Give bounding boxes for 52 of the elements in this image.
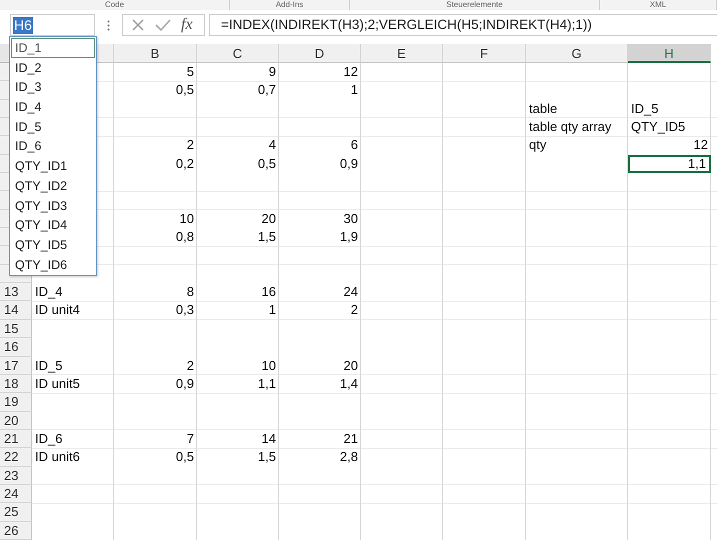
table-cell-text: 2,8	[338, 448, 359, 466]
table-cell-text: 0,5	[174, 448, 195, 466]
table-cell-text: 20	[342, 356, 359, 374]
table-cell-text: 30	[342, 210, 359, 228]
table-cell-text: 10	[260, 356, 277, 374]
table-cell-text: 7	[186, 430, 195, 448]
ribbon-group-label: XML	[600, 0, 717, 10]
table-cell-text: 4	[268, 136, 277, 154]
table-cell-text: 0,9	[174, 374, 195, 393]
table-cell-text: 12	[692, 136, 709, 154]
table-cell-text: 1	[350, 81, 359, 100]
table-cell-text: 0,2	[174, 154, 195, 173]
table-cell-text: 1,5	[256, 228, 277, 246]
table-cell-text: table qty array	[528, 118, 612, 136]
table-cell-text: 14	[260, 430, 277, 448]
table-cell-text: QTY_ID5	[630, 118, 686, 136]
table-cell-text: qty	[528, 136, 548, 154]
table-cell-text: ID_4	[34, 283, 64, 302]
table-cell-text: 10	[178, 210, 195, 228]
table-cell-text: 0,3	[174, 301, 195, 320]
table-cell-text: 9	[268, 63, 277, 81]
table-cell-text: 20	[260, 210, 277, 228]
table-cell-text: 16	[260, 283, 277, 302]
table-cell-text: 0,9	[338, 154, 359, 173]
table-cell-text: 1	[268, 301, 277, 320]
table-cell-text: 21	[342, 430, 359, 448]
table-cell-text: 12	[342, 63, 359, 81]
table-cell-text: 0,7	[256, 81, 277, 100]
table-cell-text: ID_5	[34, 356, 64, 375]
table-cell-text: 2	[186, 136, 195, 154]
table-cell-text: 1,1	[256, 374, 277, 393]
table-cell-text: 0,5	[256, 154, 277, 173]
table-cell-text: 8	[186, 283, 195, 302]
table-cell-text: ID unit5	[34, 374, 81, 393]
ribbon-group-label: Code	[0, 0, 230, 10]
table-cell-text: ID unit6	[34, 448, 81, 466]
table-cell-text: 1,4	[338, 374, 359, 393]
table-cell-text: ID_6	[34, 430, 64, 448]
table-cell-text: 6	[350, 136, 359, 154]
table-cell-text: 24	[342, 283, 359, 302]
table-cell-text: 1,5	[256, 448, 277, 466]
table-cell-text: 1,9	[338, 228, 359, 246]
table-cell-text: ID_5	[630, 100, 660, 118]
table-cell-text: 0,5	[174, 81, 195, 100]
table-cell-text: 2	[350, 301, 359, 320]
ribbon-group-label: Add-Ins	[230, 0, 350, 10]
table-cell-text: table	[528, 100, 558, 118]
table-cell-text: 5	[186, 63, 195, 81]
table-cell-text: 0,8	[174, 228, 195, 246]
table-cell-text: 2	[186, 356, 195, 374]
table-cell-text: ID unit4	[34, 301, 81, 320]
ribbon-group-label: Steuerelemente	[350, 0, 600, 10]
